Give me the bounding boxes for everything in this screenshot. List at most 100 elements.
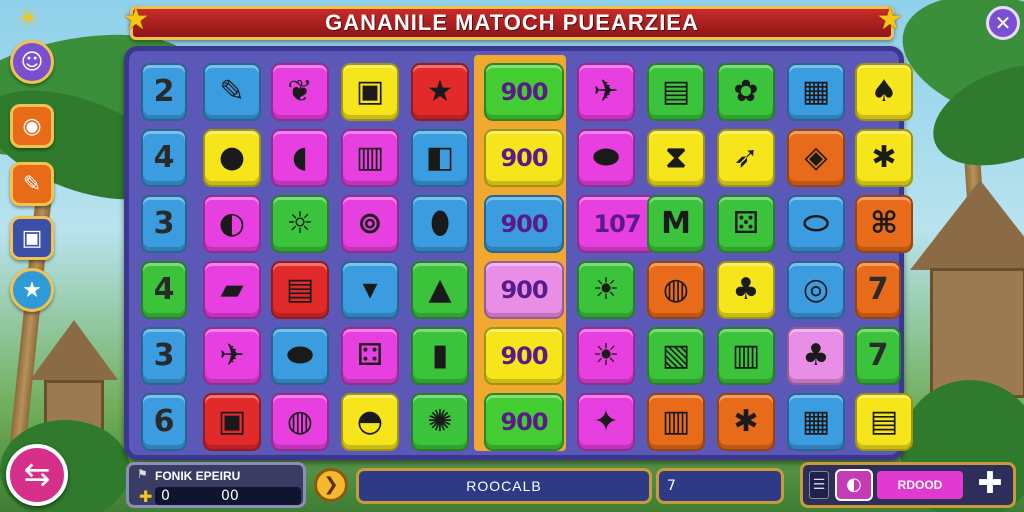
sun-icon: ☼ <box>286 206 314 241</box>
box-tile[interactable]: ▦ <box>787 63 845 121</box>
boot-icon[interactable]: ✎ <box>10 162 54 206</box>
score-tile[interactable]: 900 <box>484 393 564 451</box>
corn-tile[interactable]: ▲ <box>411 261 469 319</box>
number-tile[interactable]: 7 <box>855 261 901 319</box>
star-icon[interactable]: ★ <box>10 268 54 312</box>
score-tile[interactable]: 900 <box>484 327 564 385</box>
pepper-tile[interactable]: ◍ <box>271 393 329 451</box>
number-tile[interactable]: 3 <box>141 195 187 253</box>
burst-tile[interactable]: ✺ <box>411 393 469 451</box>
score-value: 900 <box>500 276 548 304</box>
player-name: FONIK EPEIRU <box>155 469 241 483</box>
radio-icon: ▤ <box>285 272 315 307</box>
sunflower-tile[interactable]: ☀ <box>577 261 635 319</box>
bread-tile[interactable]: ◖ <box>271 129 329 187</box>
gift-box-icon[interactable]: ▣ <box>10 216 54 260</box>
crayons-tile[interactable]: ▥ <box>647 393 705 451</box>
bowl-tile[interactable]: ◓ <box>341 393 399 451</box>
sun-face-tile[interactable]: ☀ <box>577 327 635 385</box>
jar-icon: ◈ <box>804 140 828 175</box>
number-value: 7 <box>867 272 889 307</box>
starfish-tile[interactable]: ✱ <box>855 129 913 187</box>
sun-tile[interactable]: ☼ <box>271 195 329 253</box>
profile-icon[interactable]: ☺ <box>10 40 54 84</box>
cup-tile[interactable]: ▾ <box>341 261 399 319</box>
number-value: 3 <box>153 206 175 241</box>
number-tile[interactable]: 7 <box>855 327 901 385</box>
number-tile[interactable]: 2 <box>141 63 187 121</box>
jar-tile[interactable]: ◈ <box>787 129 845 187</box>
sparkle-tile[interactable]: ✦ <box>577 393 635 451</box>
jet-icon: ✈ <box>593 74 619 109</box>
number-value: 7 <box>867 338 889 373</box>
flower-tile[interactable]: ✿ <box>717 63 775 121</box>
number-tile[interactable]: 3 <box>141 327 187 385</box>
sun-mascot-icon[interactable]: ☀ <box>8 4 48 34</box>
jar-tile[interactable]: ▮ <box>411 327 469 385</box>
score-tile[interactable]: 900 <box>484 129 564 187</box>
starfish-tile[interactable]: ✱ <box>717 393 775 451</box>
cage-tile[interactable]: ▥ <box>717 327 775 385</box>
pickle-tile[interactable]: ⬮ <box>411 195 469 253</box>
scroll-tile[interactable]: ⌘ <box>855 195 913 253</box>
berry-tile[interactable]: ♣ <box>717 261 775 319</box>
score-tile[interactable]: 900 <box>484 195 564 253</box>
dice-tile[interactable]: ⚄ <box>717 195 775 253</box>
battery-tile[interactable]: ▰ <box>203 261 261 319</box>
player-value-2: 00 <box>221 488 239 504</box>
tile-tile[interactable]: ▧ <box>647 327 705 385</box>
action-label-button[interactable]: RDOOD <box>877 471 963 499</box>
star-tile[interactable]: ★ <box>411 63 469 121</box>
box-tile[interactable]: ▦ <box>787 393 845 451</box>
ring-tile[interactable]: ◎ <box>787 261 845 319</box>
left-star-icon: ★ <box>122 2 150 37</box>
main-status-bar[interactable]: ROOCALB <box>356 468 652 504</box>
bunny-tile[interactable]: ♣ <box>787 327 845 385</box>
rings-tile[interactable]: ⊚ <box>341 195 399 253</box>
jet-tile[interactable]: ✈ <box>203 327 261 385</box>
snail-tile[interactable]: ◍ <box>647 261 705 319</box>
brush-tile[interactable]: ✎ <box>203 63 261 121</box>
gift-box-tile[interactable]: ▣ <box>341 63 399 121</box>
radio-tile[interactable]: ▤ <box>271 261 329 319</box>
cube-tile[interactable]: ◧ <box>411 129 469 187</box>
mode-button[interactable]: ◐ <box>835 469 873 501</box>
score-value: 900 <box>500 144 548 172</box>
hourglass-tile[interactable]: ⧗ <box>647 129 705 187</box>
number-value: 4 <box>153 272 175 307</box>
tomato-tile[interactable]: ● <box>203 129 261 187</box>
cage-tile[interactable]: ▥ <box>341 129 399 187</box>
melon-tile[interactable]: ⬬ <box>271 327 329 385</box>
bowl-icon: ◓ <box>356 404 384 439</box>
pepper-icon: ◍ <box>286 404 314 439</box>
crate-tile[interactable]: ▤ <box>855 393 913 451</box>
swap-button[interactable]: ⇆ <box>6 444 68 506</box>
brush-icon: ✎ <box>219 74 245 109</box>
next-arrow-button[interactable]: ❯ <box>314 468 348 502</box>
leaf-tile[interactable]: ❦ <box>271 63 329 121</box>
close-button[interactable]: ✕ <box>986 6 1020 40</box>
score-value: 900 <box>500 342 548 370</box>
arrow-tile[interactable]: ➶ <box>717 129 775 187</box>
cucumber-tile[interactable]: ⬬ <box>577 129 635 187</box>
jet-tile[interactable]: ✈ <box>577 63 635 121</box>
plus-icon[interactable]: ✚ <box>969 469 1011 501</box>
menu-icon[interactable]: ☰ <box>809 471 829 499</box>
number-tile[interactable]: 4 <box>141 261 187 319</box>
score-tile[interactable]: 107 <box>577 195 657 253</box>
lemon-tile[interactable]: ◐ <box>203 195 261 253</box>
letter-m-tile[interactable]: M <box>647 195 705 253</box>
number-tile[interactable]: 6 <box>141 393 187 451</box>
jet-icon: ✈ <box>219 338 245 373</box>
score-tile[interactable]: 900 <box>484 261 564 319</box>
cage-icon: ▥ <box>355 140 385 175</box>
drop-tile[interactable]: ♠ <box>855 63 913 121</box>
sunflower-icon: ☀ <box>592 272 620 307</box>
crate-tile[interactable]: ▤ <box>647 63 705 121</box>
gift-box-tile[interactable]: ▣ <box>203 393 261 451</box>
egg-tile[interactable]: ⬭ <box>787 195 845 253</box>
number-tile[interactable]: 4 <box>141 129 187 187</box>
dice-tile[interactable]: ⚃ <box>341 327 399 385</box>
score-tile[interactable]: 900 <box>484 63 564 121</box>
gem-icon[interactable]: ◉ <box>10 104 54 148</box>
